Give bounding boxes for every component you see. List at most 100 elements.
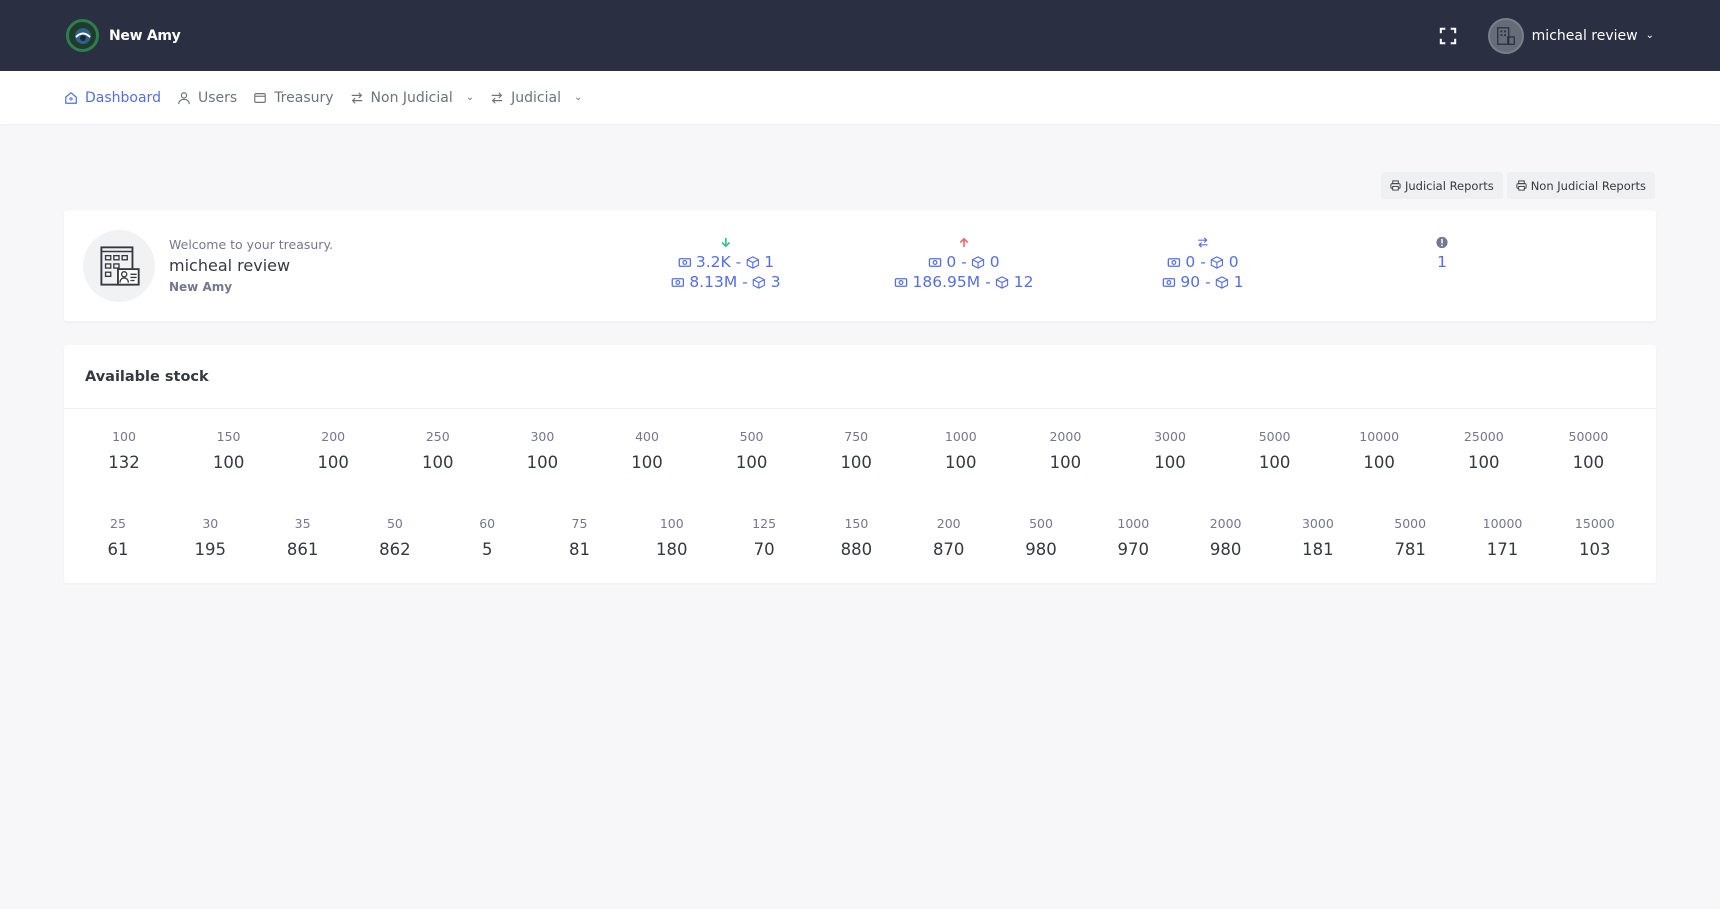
stock-quantity: 103: [1579, 540, 1611, 559]
stock-denomination: 10000: [1359, 429, 1400, 444]
stock-quantity: 61: [107, 540, 129, 559]
stock-quantity: 781: [1394, 540, 1426, 559]
stock-item: 200 100: [317, 429, 349, 472]
user-menu[interactable]: micheal review ⌄: [1487, 17, 1654, 54]
stock-item: 500 980: [1025, 516, 1057, 559]
stock-denomination: 500: [739, 429, 764, 444]
stock-item: 5000 100: [1259, 429, 1291, 472]
money-icon: [1167, 257, 1181, 267]
money-icon: [928, 257, 942, 267]
stock-item: 10000 171: [1483, 516, 1523, 559]
brand-name: New Amy: [109, 27, 181, 44]
stock-quantity: 132: [108, 453, 140, 472]
stock-quantity: 100: [631, 453, 663, 472]
stock-denomination: 10000: [1482, 516, 1523, 531]
stock-quantity: 980: [1025, 540, 1057, 559]
nav-item-users[interactable]: Users: [177, 90, 237, 106]
stock-denomination: 200: [321, 429, 346, 444]
stat-count: 0: [989, 253, 1000, 271]
stock-denomination: 3000: [1154, 429, 1186, 444]
stock-quantity: 862: [379, 540, 411, 559]
stock-denomination: 100: [659, 516, 684, 531]
stock-item: 30 195: [195, 516, 227, 559]
stock-row-2: 25 61 30 195 35 861 50 862 60 5 75 81 100 180 125 70 150…: [64, 516, 1656, 576]
stock-denomination: 25000: [1463, 429, 1504, 444]
stock-quantity: 100: [735, 453, 768, 472]
nav-label: Dashboard: [85, 89, 161, 106]
stat-count: 1: [1233, 273, 1244, 291]
stock-title: Available stock: [85, 368, 209, 385]
stock-quantity: 100: [1572, 453, 1605, 472]
stat-amount: 3.2K: [695, 253, 731, 271]
non-judicial-reports-button[interactable]: Non Judicial Reports: [1506, 172, 1655, 199]
nav-item-non-judicial[interactable]: Non Judicial ⌄: [350, 90, 474, 106]
home-icon: [65, 91, 77, 104]
stock-quantity: 861: [286, 540, 319, 559]
stock-quantity: 100: [1049, 453, 1082, 472]
stock-item: 35 861: [287, 516, 319, 559]
printer-icon: [1390, 180, 1401, 191]
stat-amount: 0: [1185, 253, 1196, 271]
brand[interactable]: New Amy: [66, 19, 181, 52]
stock-item: 150 100: [213, 429, 245, 472]
stock-item: 1000 100: [945, 429, 977, 472]
report-buttons: Judicial Reports Non Judicial Reports: [0, 172, 1720, 199]
stock-denomination: 50: [386, 516, 403, 531]
top-bar: New Amy micheal review ⌄: [0, 0, 1720, 71]
stock-item: 2000 100: [1049, 429, 1081, 472]
chevron-down-icon: ⌄: [573, 92, 583, 103]
button-label: Judicial Reports: [1404, 178, 1494, 193]
stock-item: 250 100: [422, 429, 454, 472]
stat-info: 1: [1436, 232, 1449, 272]
wallet-icon: [254, 92, 267, 103]
stat-count: 3: [770, 273, 781, 291]
money-icon: [678, 257, 691, 267]
stock-quantity: 100: [945, 453, 977, 472]
stat-outgoing: 0 - 0 186.95M - 12: [894, 232, 1034, 292]
stock-denomination: 250: [425, 429, 450, 444]
stock-quantity: 100: [212, 453, 245, 472]
stock-quantity: 181: [1302, 540, 1334, 559]
info-icon: [1436, 232, 1449, 252]
button-label: Non Judicial Reports: [1530, 178, 1646, 193]
money-icon: [894, 277, 908, 287]
box-icon: [1211, 255, 1224, 269]
stock-denomination: 1000: [1117, 516, 1150, 531]
stat-transfers: 0 - 0 90 - 1: [1162, 232, 1244, 292]
stock-item: 50000 100: [1569, 429, 1609, 472]
box-icon: [1216, 275, 1229, 289]
stock-quantity: 5: [481, 540, 493, 559]
transfer-icon: [351, 91, 362, 104]
stock-item: 25 61: [108, 516, 129, 559]
stat-count: 0: [1228, 253, 1239, 271]
stock-denomination: 150: [216, 429, 241, 444]
stock-denomination: 200: [936, 516, 961, 531]
main-nav: Dashboard Users Treasury Non Judicial ⌄ …: [0, 71, 1720, 124]
fullscreen-icon[interactable]: [1438, 26, 1458, 46]
stock-quantity: 100: [317, 453, 349, 472]
box-icon: [972, 255, 985, 269]
user-name: micheal review: [1531, 27, 1638, 44]
judicial-reports-button[interactable]: Judicial Reports: [1380, 172, 1503, 199]
stock-item: 750 100: [840, 429, 872, 472]
stock-denomination: 2000: [1049, 429, 1082, 444]
stat-count: 1: [764, 253, 775, 271]
stock-item: 400 100: [631, 429, 663, 472]
stock-item: 200 870: [933, 516, 965, 559]
box-icon: [996, 275, 1009, 289]
stock-quantity: 171: [1486, 540, 1519, 559]
stock-item: 150 880: [841, 516, 873, 559]
stat-count: 12: [1013, 273, 1034, 291]
stock-quantity: 870: [932, 540, 965, 559]
nav-item-treasury[interactable]: Treasury: [253, 90, 334, 106]
nav-item-judicial[interactable]: Judicial ⌄: [490, 90, 582, 106]
stock-denomination: 5000: [1258, 429, 1291, 444]
stock-denomination: 300: [530, 429, 555, 444]
stock-item: 100 180: [656, 516, 688, 559]
nav-item-dashboard[interactable]: Dashboard: [64, 90, 161, 106]
stock-item: 50 862: [379, 516, 411, 559]
stock-denomination: 75: [571, 516, 588, 531]
stock-item: 5000 781: [1394, 516, 1426, 559]
stock-denomination: 125: [752, 516, 777, 531]
stat-value: 1: [1437, 253, 1447, 271]
